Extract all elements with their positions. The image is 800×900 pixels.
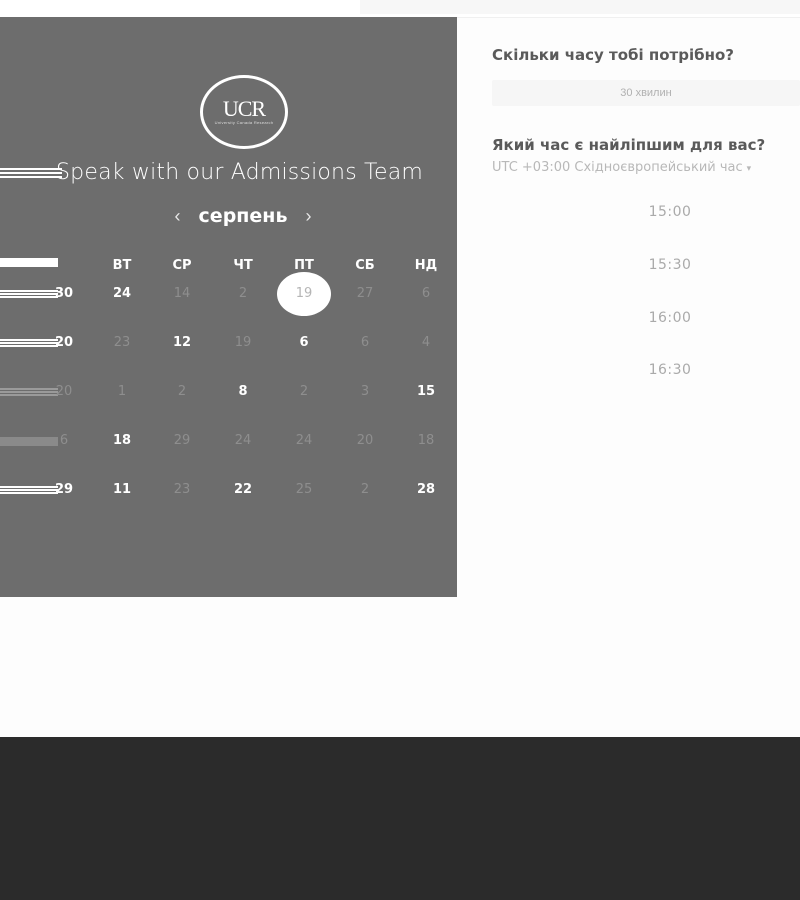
calendar-day[interactable]: 6	[284, 331, 324, 355]
selected-day[interactable]: 19	[277, 272, 331, 316]
calendar-day[interactable]: 12	[162, 331, 202, 355]
prev-month-button[interactable]: ‹	[175, 206, 181, 227]
calendar-day[interactable]: 11	[102, 478, 142, 502]
calendar-day: 2	[238, 286, 248, 301]
timezone-label: UTC +03:00 Східноєвропейський час	[492, 160, 743, 175]
calendar-day[interactable]: 28	[406, 478, 446, 502]
calendar-day: 27	[356, 286, 374, 301]
calendar-day: 18	[417, 433, 435, 448]
ucr-logo: UCR University Canada Research	[200, 75, 288, 149]
logo-mark: UCR	[222, 96, 266, 121]
calendar-day: 24	[295, 433, 313, 448]
calendar-day: 25	[295, 482, 313, 497]
headline-text: Speak with our Admissions Team	[56, 160, 424, 185]
month-label: серпень	[198, 205, 288, 227]
chevron-down-icon: ▾	[746, 164, 752, 174]
calendar-week: 29 11 23 22 25 2 28	[0, 478, 457, 502]
weekday-fri: ПТ	[294, 258, 314, 273]
panel-headline: Speak with our Admissions Team	[0, 160, 440, 190]
calendar-day[interactable]: 29	[44, 478, 84, 502]
calendar-week: 6 18 29 24 24 20 18	[0, 429, 457, 453]
duration-select[interactable]: 30 хвилин	[492, 80, 800, 106]
weekday-wed: СР	[172, 258, 192, 273]
calendar-day: 1	[117, 384, 127, 399]
time-question: Який час є найліпшим для вас?	[492, 136, 766, 154]
page-footer	[0, 737, 800, 900]
calendar-day: 2	[360, 482, 370, 497]
next-month-button[interactable]: ›	[305, 206, 311, 227]
calendar-day: 29	[173, 433, 191, 448]
weekday-sun: НД	[414, 258, 438, 273]
calendar-day: 23	[173, 482, 191, 497]
logo-tagline: University Canada Research	[214, 120, 274, 125]
weekday-sat: СБ	[355, 258, 375, 273]
calendar-day: 14	[173, 286, 191, 301]
top-bar	[0, 0, 800, 18]
time-slot[interactable]: 16:00	[620, 310, 720, 326]
calendar-day[interactable]: 22	[223, 478, 263, 502]
calendar-week: 20 23 12 19 6 6 4	[0, 331, 457, 355]
calendar-day: 2	[299, 384, 309, 399]
weekday-thu: ЧТ	[233, 258, 253, 273]
timezone-select[interactable]: UTC +03:00 Східноєвропейський час ▾	[492, 160, 751, 175]
calendar-day: 19	[234, 335, 252, 350]
calendar-day[interactable]: 18	[102, 429, 142, 453]
calendar-day[interactable]: 20	[44, 331, 84, 355]
calendar-day[interactable]: 15	[406, 380, 446, 404]
calendar-day: 20	[55, 384, 73, 399]
weekday-tue: ВТ	[112, 258, 132, 273]
month-navigation: ‹ серпень ›	[0, 203, 457, 229]
duration-question: Скільки часу тобі потрібно?	[492, 46, 734, 64]
calendar-day: 6	[360, 335, 370, 350]
calendar-day: 4	[421, 335, 431, 350]
time-slot[interactable]: 15:30	[620, 257, 720, 273]
time-slot[interactable]: 15:00	[620, 204, 720, 220]
calendar-day: 6	[59, 433, 69, 448]
calendar-day: 23	[113, 335, 131, 350]
calendar-day: 3	[360, 384, 370, 399]
calendar-day[interactable]: 8	[223, 380, 263, 404]
calendar-day[interactable]: 30	[44, 282, 84, 306]
calendar-day: 24	[234, 433, 252, 448]
headline-decoration	[0, 168, 62, 180]
calendar-week: 30 24 14 2 19 27 6	[0, 272, 457, 316]
top-bar-strip	[360, 0, 800, 14]
calendar-week: 20 1 2 8 2 3 15	[0, 380, 457, 404]
calendar-day: 6	[421, 286, 431, 301]
calendar-panel: UCR University Canada Research Speak wit…	[0, 17, 457, 597]
time-slot[interactable]: 16:30	[620, 362, 720, 378]
weekday-header: ПН ВТ СР ЧТ ПТ СБ НД	[0, 255, 457, 279]
calendar-day: 20	[356, 433, 374, 448]
calendar-day[interactable]: 24	[102, 282, 142, 306]
calendar-day: 2	[177, 384, 187, 399]
